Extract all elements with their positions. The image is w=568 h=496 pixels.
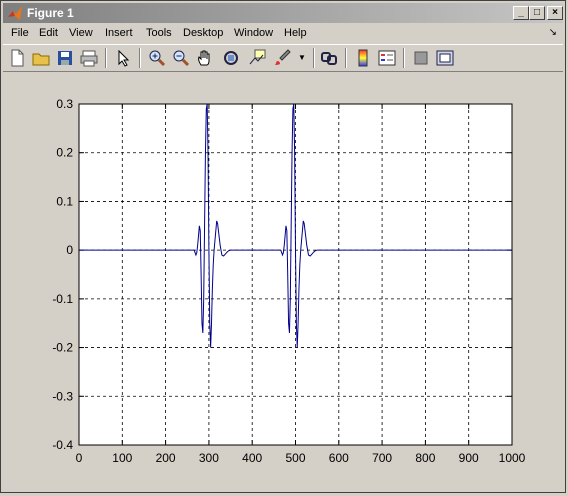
- brush-icon[interactable]: [273, 48, 293, 68]
- window-title: Figure 1: [27, 6, 74, 20]
- minimize-button[interactable]: _: [513, 6, 529, 20]
- data-cursor-icon[interactable]: [247, 48, 267, 68]
- toolbar-separator: [403, 48, 405, 68]
- y-tick-label: 0.1: [56, 194, 73, 208]
- x-tick-label: 200: [156, 451, 176, 465]
- menu-edit[interactable]: Edit: [39, 27, 58, 39]
- toolbar-separator: [105, 48, 107, 68]
- edit-plot-arrow-icon[interactable]: [113, 48, 133, 68]
- menu-view[interactable]: View: [69, 27, 93, 39]
- plot-svg[interactable]: 0 100 200 300 400 500 600 700 800 900 1000 -0.4 -0.3…: [3, 73, 563, 491]
- link-plot-icon[interactable]: [319, 48, 339, 68]
- title-bar[interactable]: Figure 1 _ □ ×: [3, 3, 563, 23]
- close-button[interactable]: ×: [547, 6, 563, 20]
- show-plot-tools-icon[interactable]: [435, 48, 455, 68]
- toolbar-separator: [139, 48, 141, 68]
- figure-canvas[interactable]: 0 100 200 300 400 500 600 700 800 900 1000 -0.4 -0.3…: [3, 73, 563, 491]
- x-tick-label: 100: [112, 451, 132, 465]
- save-icon[interactable]: [55, 48, 75, 68]
- legend-icon[interactable]: [377, 48, 397, 68]
- menu-tools[interactable]: Tools: [146, 27, 172, 39]
- figure-toolbar: ▼: [3, 44, 563, 72]
- zoom-in-icon[interactable]: [147, 48, 167, 68]
- x-tick-label: 1000: [499, 451, 526, 465]
- menu-window[interactable]: Window: [234, 27, 273, 39]
- pan-hand-icon[interactable]: [195, 48, 215, 68]
- zoom-out-icon[interactable]: [171, 48, 191, 68]
- print-icon[interactable]: [79, 48, 99, 68]
- x-tick-label: 300: [199, 451, 219, 465]
- x-tick-label: 700: [372, 451, 392, 465]
- dock-arrow-icon[interactable]: ↘: [549, 27, 557, 38]
- maximize-button[interactable]: □: [529, 6, 545, 20]
- menu-bar: File Edit View Insert Tools Desktop Wind…: [3, 24, 563, 43]
- open-file-icon[interactable]: [31, 48, 51, 68]
- y-tick-label: -0.4: [52, 438, 73, 452]
- menu-desktop[interactable]: Desktop: [183, 27, 223, 39]
- hide-plot-tools-icon[interactable]: [411, 48, 431, 68]
- y-tick-label: 0.2: [56, 146, 73, 160]
- x-tick-label: 0: [76, 451, 83, 465]
- x-tick-label: 900: [459, 451, 479, 465]
- x-tick-label: 400: [242, 451, 262, 465]
- menu-file[interactable]: File: [11, 27, 29, 39]
- x-tick-label: 500: [285, 451, 305, 465]
- menu-insert[interactable]: Insert: [105, 27, 133, 39]
- menu-help[interactable]: Help: [284, 27, 307, 39]
- matlab-logo-icon: [8, 6, 22, 20]
- toolbar-separator: [313, 48, 315, 68]
- y-tick-label: -0.3: [52, 389, 73, 403]
- y-tick-label: -0.1: [52, 292, 73, 306]
- y-tick-label: 0: [66, 243, 73, 257]
- y-tick-label: -0.2: [52, 341, 73, 355]
- brush-dropdown-icon[interactable]: ▼: [297, 48, 307, 68]
- figure-window: Figure 1 _ □ × File Edit View Insert Too…: [0, 0, 566, 493]
- x-tick-label: 600: [329, 451, 349, 465]
- y-tick-label: 0.3: [56, 97, 73, 111]
- rotate-3d-icon[interactable]: [221, 48, 241, 68]
- colorbar-icon[interactable]: [353, 48, 373, 68]
- x-tick-label: 800: [415, 451, 435, 465]
- toolbar-separator: [345, 48, 347, 68]
- new-figure-icon[interactable]: [7, 48, 27, 68]
